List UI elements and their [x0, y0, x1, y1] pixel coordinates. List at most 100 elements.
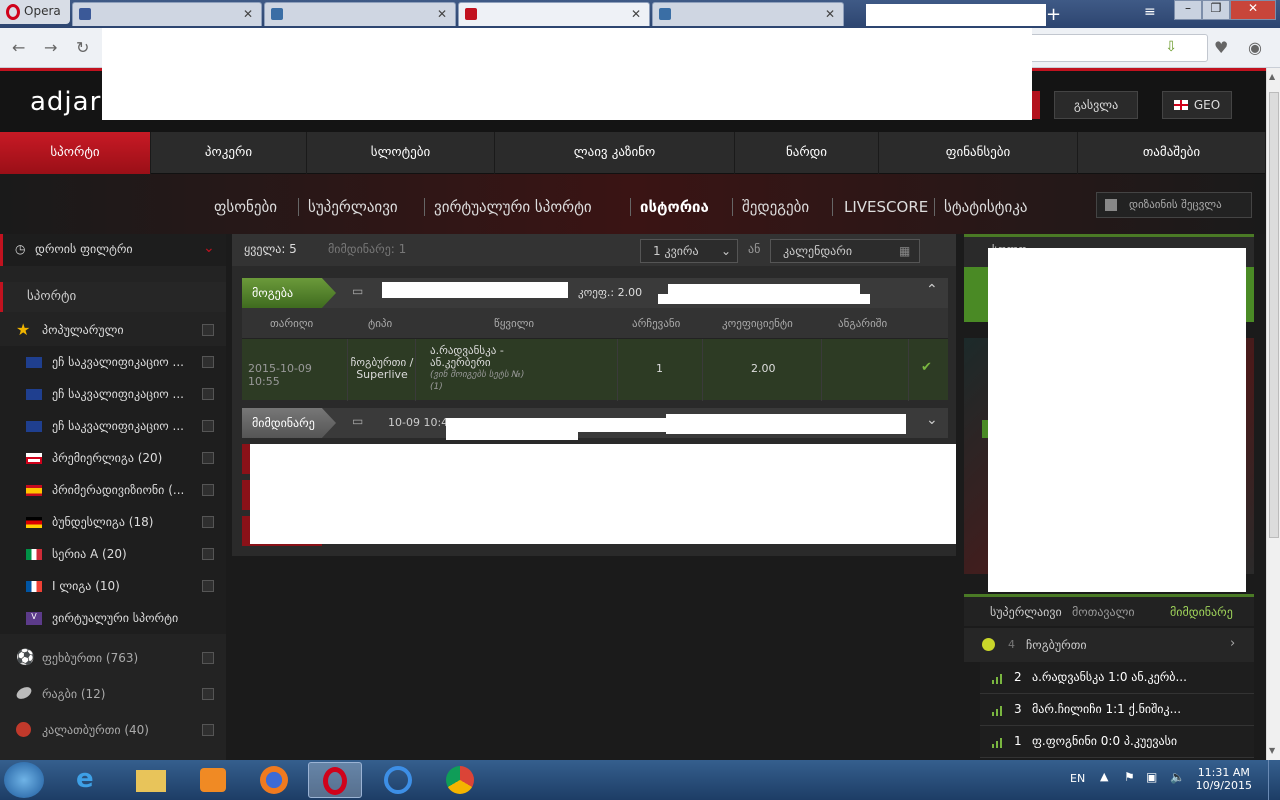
sidebar-item-premier-league[interactable]: პრემიერლიგა (20) — [0, 442, 226, 474]
logout-button[interactable]: გასვლა — [1054, 91, 1138, 119]
monitor-icon: ▭ — [352, 414, 364, 428]
chevron-down-icon[interactable]: ⌄ — [926, 412, 938, 428]
bet-pair: ა.რადვანსკა - ან.კერბერი — [430, 344, 504, 369]
subnav-results[interactable]: შედეგები — [742, 198, 809, 216]
opera-taskbar-icon[interactable] — [308, 762, 362, 798]
checkbox[interactable] — [202, 688, 214, 700]
nav-poker[interactable]: პოკერი — [151, 132, 307, 174]
reload-icon[interactable]: ↻ — [76, 38, 89, 57]
subnav-virtual-sport[interactable]: ვირტუალური სპორტი — [434, 198, 592, 216]
ie-icon[interactable]: e — [62, 762, 116, 798]
heart-icon[interactable]: ♥ — [1214, 38, 1228, 57]
list-item[interactable]: 2 ა.რადვანსკა 1:0 ან.კერბ... — [980, 662, 1254, 694]
filter-current[interactable]: მიმდინარე: 1 — [328, 242, 406, 256]
subnav-history[interactable]: ისტორია — [640, 198, 709, 216]
sidebar-item-primera-division[interactable]: პრიმერადივიზიონი (... — [0, 474, 226, 506]
tray-expand-icon[interactable]: ▲ — [1100, 770, 1108, 783]
checkbox[interactable] — [202, 652, 214, 664]
language-button[interactable]: GEO — [1162, 91, 1232, 119]
explorer-folder-icon[interactable] — [124, 762, 178, 798]
checkbox[interactable] — [202, 356, 214, 368]
windows-start-icon[interactable] — [4, 762, 44, 798]
sidebar-item-virtual-sport[interactable]: V ვირტუალური სპორტი — [0, 602, 226, 634]
checkbox[interactable] — [202, 388, 214, 400]
sidebar-popular[interactable]: ★ პოპულარული — [0, 314, 226, 346]
time-filter-dropdown[interactable]: ◷ დროის ფილტრი ⌄ — [0, 234, 226, 266]
nav-finance[interactable]: ფინანსები — [879, 132, 1078, 174]
checkbox[interactable] — [202, 452, 214, 464]
sidebar-item-euro-qual-1[interactable]: ეჩ საკვალიფიკაციო ... — [0, 346, 226, 378]
network-icon[interactable]: ▣ — [1146, 770, 1157, 784]
sport-row-tennis[interactable]: 4 ჩოგბურთი › — [964, 628, 1254, 662]
download-icon[interactable]: ⇩ — [1165, 39, 1177, 55]
forward-icon[interactable]: → — [44, 38, 57, 57]
calendar-icon[interactable]: ▦ — [899, 240, 910, 262]
checkbox[interactable] — [202, 548, 214, 560]
scroll-up-icon[interactable]: ▲ — [1269, 72, 1275, 81]
language-indicator[interactable]: EN — [1070, 772, 1085, 785]
subnav-statistics[interactable]: სტატისტიკა — [944, 198, 1028, 216]
nav-sport[interactable]: სპორტი — [0, 132, 151, 174]
tab-menu-icon[interactable]: ≡ — [1144, 4, 1156, 20]
nav-games[interactable]: თამაშები — [1078, 132, 1266, 174]
sidebar-item-ligue-1[interactable]: I ლიგა (10) — [0, 570, 226, 602]
tab-2[interactable]: ✕ — [264, 2, 456, 26]
sidebar-sport-rugby[interactable]: რაგბი (12) — [0, 678, 226, 710]
redaction-box — [102, 28, 1032, 120]
nav-nardi[interactable]: ნარდი — [735, 132, 879, 174]
sidebar-item-bundesliga[interactable]: ბუნდესლიგა (18) — [0, 506, 226, 538]
volume-icon[interactable]: 🔈 — [1170, 770, 1185, 784]
new-tab-icon[interactable]: + — [1046, 4, 1061, 25]
tab-4[interactable]: ✕ — [652, 2, 844, 26]
subnav-superlive[interactable]: სუპერლაივი — [308, 198, 398, 216]
checkbox[interactable] — [202, 516, 214, 528]
action-center-icon[interactable]: ⚑ — [1124, 770, 1135, 784]
sidebar-sport-basketball[interactable]: კალათბურთი (40) — [0, 714, 226, 746]
filter-all[interactable]: ყველა: 5 — [244, 242, 297, 256]
system-clock[interactable]: 11:31 AM 10/9/2015 — [1196, 766, 1252, 792]
checkbox[interactable] — [202, 420, 214, 432]
close-tab-icon[interactable]: ✕ — [437, 7, 447, 21]
close-tab-icon[interactable]: ✕ — [825, 7, 835, 21]
nav-slots[interactable]: სლოტები — [307, 132, 495, 174]
tab-current[interactable]: მიმდინარე — [1170, 605, 1233, 619]
checkbox[interactable] — [202, 580, 214, 592]
chevron-up-icon[interactable]: ⌃ — [926, 282, 938, 298]
tab-upcoming[interactable]: მოთავალი — [1072, 605, 1135, 619]
sidebar-item-euro-qual-3[interactable]: ეჩ საკვალიფიკაციო ... — [0, 410, 226, 442]
back-icon[interactable]: ← — [12, 38, 25, 57]
close-tab-icon[interactable]: ✕ — [243, 7, 253, 21]
scrollbar-thumb[interactable] — [1269, 92, 1279, 538]
checkbox[interactable] — [202, 724, 214, 736]
maximize-button[interactable]: ❐ — [1202, 0, 1230, 20]
scroll-down-icon[interactable]: ▼ — [1269, 746, 1275, 755]
close-window-button[interactable]: ✕ — [1230, 0, 1276, 20]
checkbox[interactable] — [202, 324, 214, 336]
close-tab-icon[interactable]: ✕ — [631, 7, 641, 21]
opera-menu-button[interactable]: Opera — [0, 0, 70, 24]
calendar-input[interactable]: კალენდარი ▦ — [770, 239, 920, 263]
chrome-icon[interactable] — [434, 762, 488, 798]
list-item[interactable]: 3 მარ.ჩილიჩი 1:1 ქ.ნიშიკ... — [980, 694, 1254, 726]
page-scrollbar[interactable]: ▲ ▼ — [1266, 68, 1280, 760]
design-toggle[interactable]: დიზაინის შეცვლა — [1096, 192, 1252, 218]
account-icon[interactable]: ◉ — [1248, 38, 1262, 57]
media-player-icon[interactable] — [186, 762, 240, 798]
sidebar-item-euro-qual-2[interactable]: ეჩ საკვალიფიკაციო ... — [0, 378, 226, 410]
checkbox[interactable] — [202, 484, 214, 496]
sidebar-item-serie-a[interactable]: სერია A (20) — [0, 538, 226, 570]
subnav-bets[interactable]: ფსონები — [214, 198, 277, 216]
tab-superlive[interactable]: სუპერლაივი — [990, 605, 1062, 619]
nav-live-casino[interactable]: ლაივ კაზინო — [495, 132, 735, 174]
firefox-icon[interactable] — [248, 762, 302, 798]
tab-adjarabet[interactable]: ✕ — [458, 2, 650, 26]
table-row[interactable]: 2015-10-09 10:55 ჩოგბურთი / Superlive ა.… — [242, 338, 948, 401]
subnav-livescore[interactable]: LIVESCORE — [844, 198, 928, 216]
period-select[interactable]: 1 კვირა ⌄ — [640, 239, 738, 263]
list-item[interactable]: 1 ფ.ფოგნინი 0:0 პ.კუევასი — [980, 726, 1254, 758]
show-desktop-button[interactable] — [1268, 760, 1280, 800]
minimize-button[interactable]: – — [1174, 0, 1202, 20]
tab-facebook[interactable]: ✕ — [72, 2, 262, 26]
ccleaner-icon[interactable] — [372, 762, 426, 798]
sidebar-sport-football[interactable]: ⚽ ფეხბურთი (763) — [0, 642, 226, 674]
